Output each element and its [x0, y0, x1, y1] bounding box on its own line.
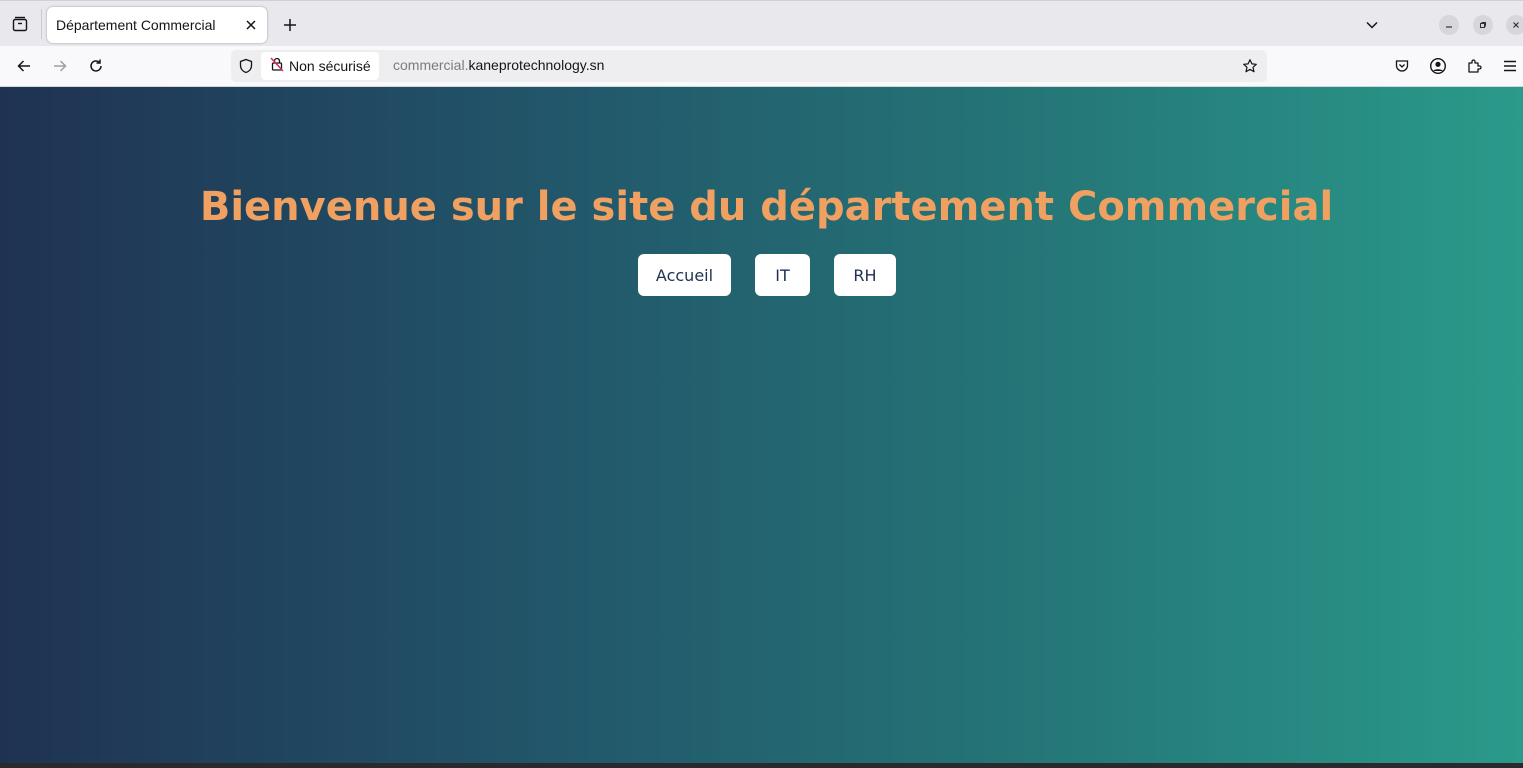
site-security-indicator[interactable]: Non sécurisé — [261, 52, 379, 80]
tab-overview-icon[interactable] — [8, 12, 32, 36]
bookmark-star-icon[interactable] — [1241, 57, 1259, 75]
tab-strip: Département Commercial — [0, 0, 1523, 46]
url-host: kaneprotechnology.sn — [468, 57, 605, 73]
browser-tab-active[interactable]: Département Commercial — [47, 7, 267, 43]
tab-title: Département Commercial — [56, 17, 216, 33]
chevron-down-icon[interactable] — [1360, 13, 1384, 37]
extensions-puzzle-icon[interactable] — [1462, 54, 1486, 78]
forward-arrow-icon[interactable] — [48, 54, 72, 78]
tracking-protection-shield-icon[interactable] — [237, 57, 255, 75]
new-tab-plus-icon[interactable] — [278, 13, 302, 37]
address-bar[interactable]: Non sécurisé commercial.kaneprotechnolog… — [231, 50, 1267, 82]
page-heading: Bienvenue sur le site du département Com… — [199, 184, 1334, 230]
restore-window-icon[interactable] — [1473, 15, 1493, 35]
security-label: Non sécurisé — [289, 58, 371, 74]
navigation-toolbar: Non sécurisé commercial.kaneprotechnolog… — [0, 46, 1523, 87]
back-arrow-icon[interactable] — [12, 54, 36, 78]
tab-separator — [41, 9, 42, 39]
desktop-taskbar-edge — [0, 763, 1523, 768]
close-window-icon[interactable] — [1506, 15, 1523, 35]
url-text[interactable]: commercial.kaneprotechnology.sn — [393, 57, 604, 73]
close-tab-icon[interactable] — [241, 15, 261, 35]
nav-button-it[interactable]: IT — [755, 254, 810, 296]
url-subdomain: commercial. — [393, 57, 469, 73]
insecure-lock-icon — [269, 56, 285, 77]
page-content: Bienvenue sur le site du département Com… — [0, 87, 1523, 763]
nav-button-accueil[interactable]: Accueil — [638, 254, 731, 296]
minimize-window-icon[interactable] — [1439, 15, 1459, 35]
reload-icon[interactable] — [84, 54, 108, 78]
account-icon[interactable] — [1426, 54, 1450, 78]
hamburger-menu-icon[interactable] — [1498, 54, 1522, 78]
pocket-icon[interactable] — [1390, 54, 1414, 78]
nav-button-rh[interactable]: RH — [834, 254, 896, 296]
